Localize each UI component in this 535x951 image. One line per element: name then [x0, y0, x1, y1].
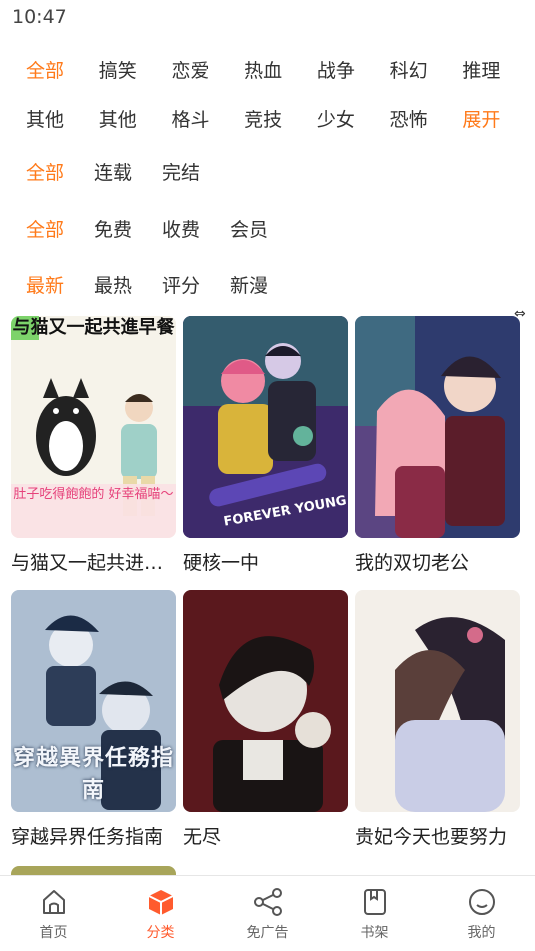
tab-no-ads[interactable]: 免广告 — [214, 876, 321, 951]
genre-chip-mystery[interactable]: 推理 — [462, 56, 535, 83]
genre-chip-shoujo[interactable]: 少女 — [317, 105, 390, 132]
genre-chip-comedy[interactable]: 搞笑 — [99, 56, 172, 83]
cover-title-text: 与猫又一起共進早餐 — [12, 317, 175, 338]
status-chip-all[interactable]: 全部 — [26, 158, 94, 185]
category-cube-icon — [146, 886, 176, 918]
genre-filter-row-2: 其他 其他 格斗 竞技 少女 恐怖 展开 — [0, 94, 535, 142]
comic-title[interactable]: 与猫又一起共进早餐 — [11, 548, 176, 575]
comic-title[interactable]: 贵妃今天也要努力 — [355, 822, 520, 849]
comic-title[interactable]: 硬核一中 — [183, 548, 348, 575]
sort-chip-new-comics[interactable]: 新漫 — [230, 271, 298, 298]
genre-chip-scifi[interactable]: 科幻 — [390, 56, 463, 83]
comic-card[interactable]: 无尽 — [183, 590, 348, 849]
comic-title[interactable]: 我的双切老公 — [355, 548, 520, 575]
comic-cover[interactable]: 与猫又一起共進早餐 肚子吃得飽飽的 好幸福喵～ — [11, 316, 176, 538]
comic-card[interactable]: FOREVER YOUNG 硬核一中 — [183, 316, 348, 575]
price-filter-row: 全部 免费 收费 会员 — [0, 200, 535, 256]
genre-chip-war[interactable]: 战争 — [317, 56, 390, 83]
share-icon — [252, 886, 284, 918]
genre-filter-row-1: 全部 搞笑 恋爱 热血 战争 科幻 推理 — [0, 44, 535, 94]
status-bar: 10:47 — [0, 0, 535, 36]
cover-title-text: 穿越異界任務指南 — [12, 746, 174, 803]
home-icon — [39, 886, 69, 918]
price-chip-paid[interactable]: 收费 — [162, 215, 230, 242]
tab-home[interactable]: 首页 — [0, 876, 107, 951]
cover-tagline-text: 肚子吃得飽飽的 好幸福喵～ — [13, 487, 174, 502]
sort-chip-newest[interactable]: 最新 — [26, 271, 94, 298]
comic-card[interactable]: 贵妃今天也要努力 — [355, 590, 520, 849]
tab-profile[interactable]: 我的 — [428, 876, 535, 951]
bookshelf-icon — [360, 886, 390, 918]
genre-chip-other-1[interactable]: 其他 — [26, 105, 99, 132]
genre-chip-fighting[interactable]: 格斗 — [171, 105, 244, 132]
price-chip-free[interactable]: 免费 — [94, 215, 162, 242]
sort-filter-row: 最新 最热 评分 新漫 — [0, 256, 535, 312]
genre-chip-other-2[interactable]: 其他 — [99, 105, 172, 132]
comic-card[interactable]: 穿越異界任務指南 穿越异界任务指南 — [11, 590, 176, 849]
tab-category[interactable]: 分类 — [107, 876, 214, 951]
genre-chip-romance[interactable]: 恋爱 — [171, 56, 244, 83]
comic-cover[interactable] — [355, 316, 520, 538]
price-chip-all[interactable]: 全部 — [26, 215, 94, 242]
bottom-tab-bar: 首页 分类 免广告 书架 我的 — [0, 875, 535, 951]
tab-profile-label: 我的 — [467, 925, 496, 941]
status-filter-row: 全部 连载 完结 — [0, 142, 535, 200]
sort-chip-rating[interactable]: 评分 — [162, 271, 230, 298]
comic-cover[interactable]: 穿越異界任務指南 — [11, 590, 176, 812]
tab-bookshelf[interactable]: 书架 — [321, 876, 428, 951]
tab-bookshelf-label: 书架 — [360, 925, 389, 941]
comic-cover[interactable] — [355, 590, 520, 812]
status-time: 10:47 — [12, 6, 67, 28]
genre-chip-all[interactable]: 全部 — [26, 56, 99, 83]
status-chip-ongoing[interactable]: 连载 — [94, 158, 162, 185]
comic-title[interactable]: 无尽 — [183, 822, 348, 849]
sort-chip-hottest[interactable]: 最热 — [94, 271, 162, 298]
genre-chip-horror[interactable]: 恐怖 — [390, 105, 463, 132]
expand-genres-button[interactable]: 展开 — [462, 105, 535, 132]
comic-cover[interactable] — [183, 590, 348, 812]
profile-smile-icon — [467, 886, 497, 918]
comic-title[interactable]: 穿越异界任务指南 — [11, 822, 176, 849]
tab-category-label: 分类 — [146, 925, 175, 941]
comic-card[interactable]: 我的双切老公 — [355, 316, 520, 575]
tab-home-label: 首页 — [39, 925, 68, 941]
genre-chip-sports[interactable]: 竞技 — [244, 105, 317, 132]
tab-no-ads-label: 免广告 — [246, 925, 289, 941]
price-chip-vip[interactable]: 会员 — [230, 215, 298, 242]
genre-chip-action[interactable]: 热血 — [244, 56, 317, 83]
comic-cover[interactable]: FOREVER YOUNG — [183, 316, 348, 538]
status-chip-finished[interactable]: 完结 — [162, 158, 230, 185]
comic-card[interactable]: 与猫又一起共進早餐 肚子吃得飽飽的 好幸福喵～ 与猫又一起共进早餐 — [11, 316, 176, 575]
